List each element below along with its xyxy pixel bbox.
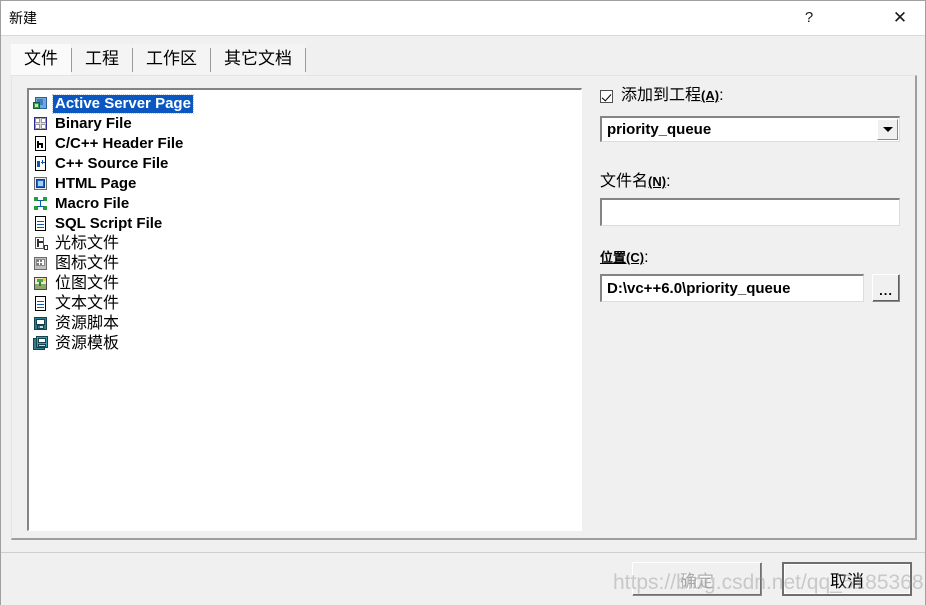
new-file-dialog: 新建 ? ✕ 文件 工程 工作区 其它文档 Active Server Page Bin… [0, 0, 926, 605]
add-to-project-label: 添加到工程(A): [621, 87, 724, 104]
header-file-icon [33, 136, 49, 152]
tab-strip: 文件 工程 工作区 其它文档 [11, 43, 915, 75]
dialog-title: 新建 [9, 10, 37, 26]
location-label: 位置(C): [600, 249, 649, 266]
list-item[interactable]: 资源模板 [29, 334, 581, 354]
tab-0[interactable]: 文件 [11, 44, 71, 75]
resource-script-icon [33, 316, 49, 332]
list-item[interactable]: HTML Page [29, 174, 581, 194]
title-bar: 新建 ? ✕ [1, 1, 925, 36]
add-to-project-checkbox[interactable] [600, 89, 613, 103]
help-button[interactable]: ? [786, 1, 832, 34]
list-item-label: Active Server Page [52, 94, 194, 114]
browse-button[interactable]: ... [872, 274, 900, 302]
list-item[interactable]: C/C++ Header File [29, 134, 581, 154]
location-input[interactable]: D:\vc++6.0\priority_queue [600, 274, 865, 302]
list-item[interactable]: 图标文件 [29, 254, 581, 274]
list-item-label: Binary File [55, 115, 132, 132]
file-name-label: 文件名(N): [600, 173, 671, 190]
options-pane: 添加到工程(A): priority_queue 文件名(N): 位置(C): … [600, 86, 900, 302]
list-item-label: HTML Page [55, 175, 137, 192]
list-item[interactable]: 位图文件 [29, 274, 581, 294]
ellipsis-icon: ... [879, 283, 894, 298]
cancel-button-label: 取消 [784, 564, 910, 594]
list-item[interactable]: 文本文件 [29, 294, 581, 314]
sql-script-file-icon [33, 216, 49, 232]
list-item-label: 资源脚本 [55, 315, 120, 332]
macro-file-icon [33, 196, 49, 212]
tab-1[interactable]: 工程 [72, 44, 132, 75]
list-item[interactable]: Active Server Page [29, 94, 581, 114]
tab-2[interactable]: 工作区 [133, 44, 210, 75]
tab-content-panel: Active Server Page Binary File C/C++ Heade… [11, 75, 917, 540]
list-item[interactable]: SQL Script File [29, 214, 581, 234]
list-item-label: 光标文件 [55, 235, 120, 252]
list-item[interactable]: 光标文件 [29, 234, 581, 254]
cursor-file-icon [33, 236, 49, 252]
list-item-label: C++ Source File [55, 155, 169, 172]
bitmap-file-icon [33, 276, 49, 292]
list-item-label: 资源模板 [55, 335, 120, 352]
file-name-input[interactable] [600, 198, 900, 226]
close-button[interactable]: ✕ [877, 1, 923, 34]
file-type-listbox[interactable]: Active Server Page Binary File C/C++ Heade… [27, 88, 582, 531]
asp-page-icon [33, 96, 49, 112]
list-item[interactable]: 资源脚本 [29, 314, 581, 334]
ok-button[interactable]: 确定 [632, 562, 762, 596]
project-combobox-value: priority_queue [607, 121, 712, 138]
cancel-button[interactable]: 取消 [782, 562, 912, 596]
tab-separator [305, 48, 306, 72]
list-item-label: C/C++ Header File [55, 135, 184, 152]
tab-list: 文件 工程 工作区 其它文档 [11, 43, 306, 75]
list-item-label: 文本文件 [55, 295, 120, 312]
list-item[interactable]: C++ Source File [29, 154, 581, 174]
arrow-down-glyph [882, 127, 893, 132]
add-to-project-row[interactable]: 添加到工程(A): [600, 86, 900, 106]
tab-3[interactable]: 其它文档 [211, 44, 305, 75]
icon-file-icon [33, 256, 49, 272]
list-item-label: 位图文件 [55, 275, 120, 292]
chevron-down-icon[interactable] [877, 119, 898, 140]
list-item-label: 图标文件 [55, 255, 120, 272]
close-icon: ✕ [892, 7, 908, 27]
html-page-icon [33, 176, 49, 192]
location-value: D:\vc++6.0\priority_queue [607, 280, 791, 297]
resource-template-icon [33, 336, 49, 352]
location-block: 位置(C): D:\vc++6.0\priority_queue ... [600, 248, 900, 302]
question-mark-icon: ? [804, 9, 814, 26]
list-item-label: Macro File [55, 195, 130, 212]
list-item[interactable]: Binary File [29, 114, 581, 134]
file-name-block: 文件名(N): [600, 172, 900, 226]
project-combobox[interactable]: priority_queue [600, 116, 900, 142]
text-file-icon [33, 296, 49, 312]
list-item-label: SQL Script File [55, 215, 163, 232]
cpp-source-file-icon [33, 156, 49, 172]
list-item[interactable]: Macro File [29, 194, 581, 214]
dialog-footer: 确定 取消 [1, 552, 925, 605]
binary-file-icon [33, 116, 49, 132]
